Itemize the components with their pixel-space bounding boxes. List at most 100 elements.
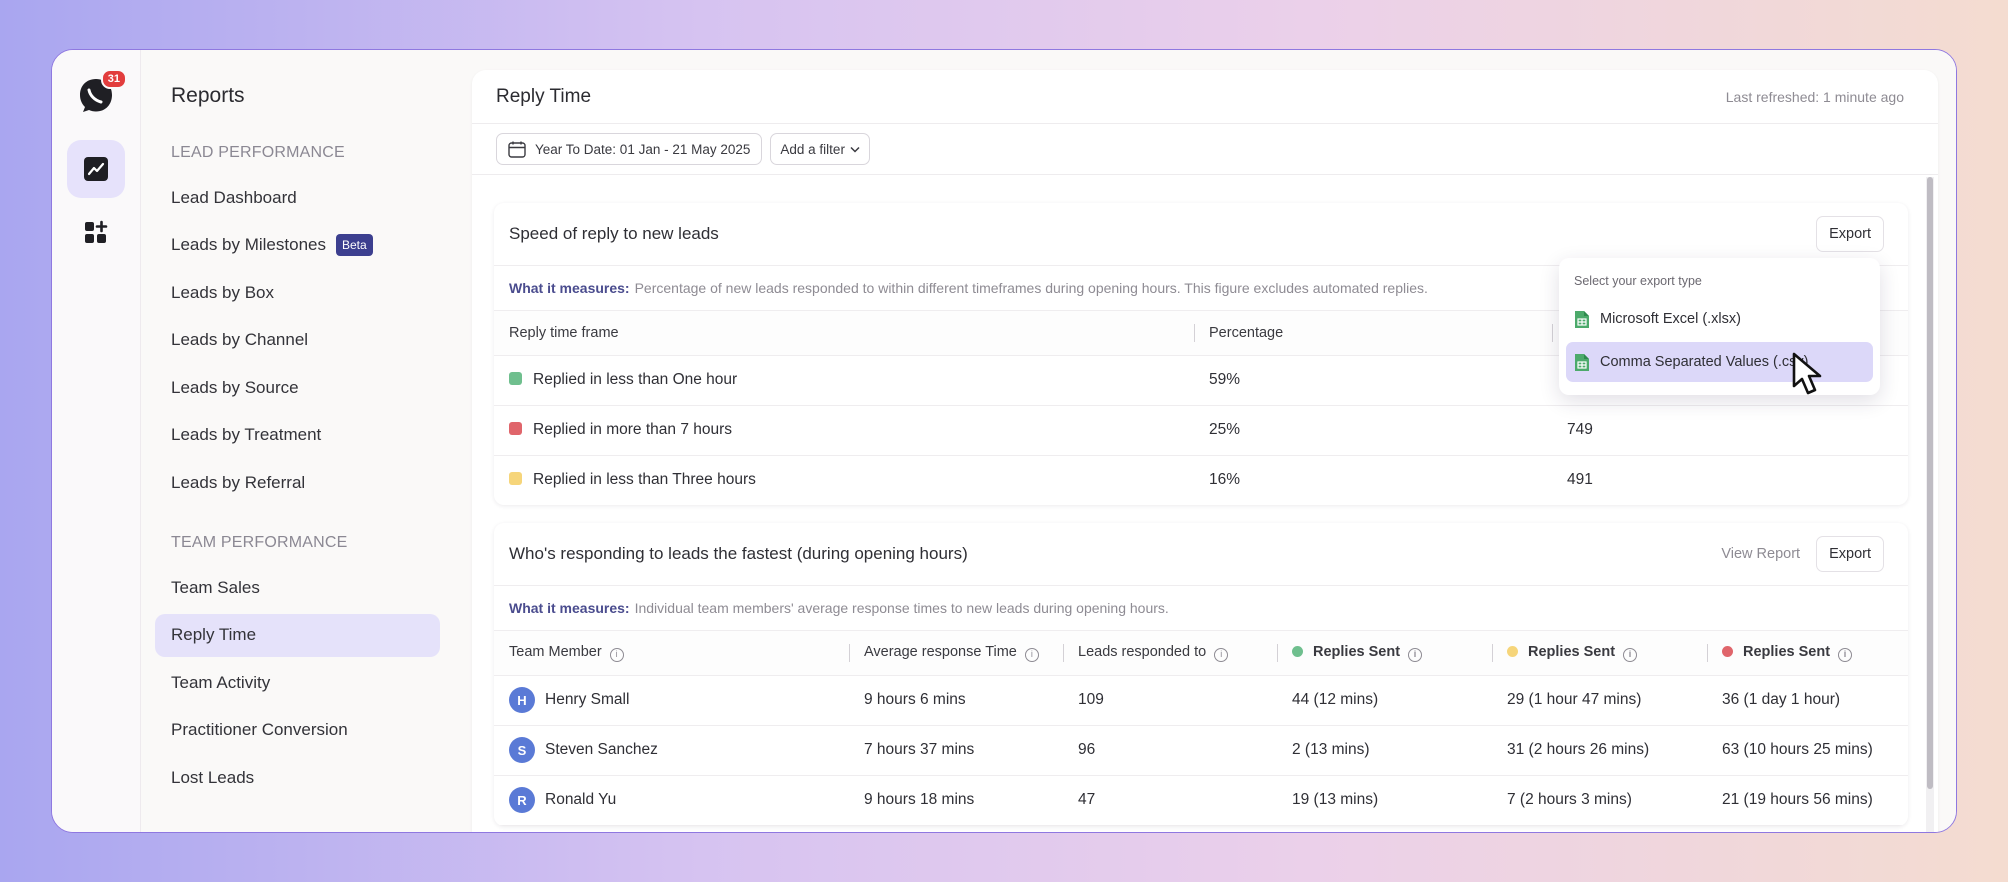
measures-label: What it measures: [509, 600, 630, 616]
leads-cell: 47 [1063, 775, 1277, 826]
export-button[interactable]: Export [1816, 216, 1884, 252]
table-row: Replied in more than 7 hours 25% 749 [494, 405, 1908, 456]
member-name: Ronald Yu [545, 791, 617, 809]
spreadsheet-file-icon [1575, 353, 1589, 371]
nav-item-label: Reply Time [171, 625, 257, 644]
page-title: Reply Time [496, 85, 592, 107]
reply-timeframe-cell: Replied in more than 7 hours [494, 405, 1194, 456]
column-header-label: Average response Time [864, 643, 1017, 660]
beta-badge: Beta [335, 234, 373, 256]
info-icon[interactable]: i [1024, 647, 1039, 662]
replies-yellow-cell: 29 (1 hour 47 mins) [1492, 675, 1707, 726]
report-panel: Reply Time Last refreshed: 1 minute ago … [472, 70, 1938, 832]
green-legend-swatch [509, 372, 522, 385]
add-filter-label: Add a filter [780, 141, 845, 157]
nav-item-reply-time[interactable]: Reply Time [155, 613, 440, 657]
column-header-team-member: Team Member i [494, 631, 849, 676]
apps-rail-button[interactable] [67, 204, 125, 262]
info-icon[interactable]: i [1838, 647, 1853, 662]
last-refreshed: Last refreshed: 1 minute ago [1725, 88, 1904, 105]
nav-item-practitioner-conversion[interactable]: Practitioner Conversion [155, 709, 440, 752]
leads-cell: 96 [1063, 725, 1277, 776]
nav-item-label: Leads by Referral [171, 472, 306, 492]
column-divider [1277, 644, 1278, 662]
nav-item-label: Lead Dashboard [171, 187, 297, 207]
export-option-label: Comma Separated Values (.csv) [1600, 354, 1809, 370]
nav-item-lost-leads[interactable]: Lost Leads [155, 756, 440, 799]
avatar: R [509, 787, 535, 813]
replies-yellow-cell: 31 (2 hours 26 mins) [1492, 725, 1707, 776]
mouse-pointer-icon [1792, 352, 1822, 395]
app-logo[interactable]: 31 [77, 69, 127, 114]
column-header-leads-responded: Leads responded to i [1063, 631, 1277, 676]
column-header-label: Replies Sent [1743, 643, 1831, 660]
table-row[interactable]: R Ronald Yu 9 hours 18 mins 47 19 (13 min… [494, 775, 1908, 826]
column-header-replies-yellow: Replies Sent i [1492, 631, 1707, 676]
nav-item-leads-by-box[interactable]: Leads by Box [155, 271, 440, 314]
column-divider [1552, 324, 1553, 342]
reports-rail-button[interactable] [67, 140, 125, 198]
nav-item-leads-by-treatment[interactable]: Leads by Treatment [155, 414, 440, 457]
card-title: Speed of reply to new leads [509, 224, 719, 243]
avg-response-cell: 7 hours 37 mins [849, 725, 1063, 776]
nav-item-leads-by-referral[interactable]: Leads by Referral [155, 461, 440, 504]
export-menu-label: Select your export type [1574, 274, 1702, 288]
nav-item-leads-by-milestones[interactable]: Leads by Milestones Beta [155, 224, 440, 267]
percentage-cell: 16% [1209, 471, 1241, 489]
nav-item-team-activity[interactable]: Team Activity [155, 661, 440, 704]
nav-item-label: Leads by Milestones [171, 235, 326, 254]
nav-item-leads-by-source[interactable]: Leads by Source [155, 366, 440, 409]
column-divider [1707, 644, 1708, 662]
nav-item-label: Leads by Treatment [171, 425, 322, 444]
avg-response-cell: 9 hours 6 mins [849, 675, 1063, 726]
vertical-scrollbar[interactable] [1926, 177, 1934, 832]
card-header: Speed of reply to new leads Export [494, 203, 1908, 266]
table-row[interactable]: H Henry Small 9 hours 6 mins 109 44 (12 m… [494, 675, 1908, 726]
replies-yellow-cell: 7 (2 hours 3 mins) [1492, 775, 1707, 826]
timeframe-label: Replied in more than 7 hours [533, 421, 733, 438]
team-member-cell: S Steven Sanchez [494, 725, 849, 776]
card-actions: View Report Export [1721, 536, 1884, 572]
measures-text: Percentage of new leads responded to wit… [634, 280, 1428, 296]
export-option-xlsx[interactable]: Microsoft Excel (.xlsx) [1566, 299, 1873, 339]
filter-bar: Year To Date: 01 Jan - 21 May 2025 Add a… [472, 124, 1938, 175]
info-icon[interactable]: i [609, 647, 624, 662]
scrollbar-thumb[interactable] [1927, 177, 1933, 789]
card-header: Who's responding to leads the fastest (d… [494, 523, 1908, 586]
replies-red-cell: 21 (19 hours 56 mins) [1707, 775, 1908, 826]
column-header-label: Replies Sent [1313, 643, 1401, 660]
nav-section-team: Team Performance [171, 534, 348, 551]
column-header-replies-green: Replies Sent i [1277, 631, 1492, 676]
nav-item-label: Leads by Channel [171, 330, 309, 349]
add-filter-button[interactable]: Add a filter [770, 133, 870, 165]
green-status-dot [1292, 645, 1303, 657]
table-row[interactable]: S Steven Sanchez 7 hours 37 mins 96 2 (13… [494, 725, 1908, 776]
icon-rail: 31 [52, 50, 141, 832]
card-actions: Export [1816, 216, 1884, 252]
view-report-link[interactable]: View Report [1721, 546, 1800, 562]
column-header: Percentage [1194, 311, 1552, 356]
team-member-cell: R Ronald Yu [494, 775, 849, 826]
nav-item-label: Team Sales [171, 577, 260, 597]
count-cell: 749 [1552, 405, 1908, 456]
nav-item-leads-by-channel[interactable]: Leads by Channel [155, 319, 440, 362]
red-status-dot [1722, 645, 1733, 657]
column-divider [1063, 644, 1064, 662]
info-icon[interactable]: i [1214, 647, 1229, 662]
column-header-avg-response: Average response Time i [849, 631, 1063, 676]
avg-response-cell: 9 hours 18 mins [849, 775, 1063, 826]
red-legend-swatch [509, 422, 522, 435]
column-divider [1492, 644, 1493, 662]
nav-item-team-sales[interactable]: Team Sales [155, 566, 440, 609]
date-range-filter[interactable]: Year To Date: 01 Jan - 21 May 2025 [496, 133, 763, 165]
info-icon[interactable]: i [1408, 647, 1423, 662]
export-button[interactable]: Export [1816, 536, 1884, 572]
info-icon[interactable]: i [1623, 647, 1638, 662]
apps-add-icon [85, 220, 108, 243]
team-member-cell: H Henry Small [494, 675, 849, 726]
member-name: Henry Small [545, 691, 630, 709]
nav-item-lead-dashboard[interactable]: Lead Dashboard [155, 176, 440, 219]
main-area: Reply Time Last refreshed: 1 minute ago … [454, 50, 1956, 832]
count-cell: 491 [1567, 471, 1593, 489]
column-divider [1194, 324, 1195, 342]
